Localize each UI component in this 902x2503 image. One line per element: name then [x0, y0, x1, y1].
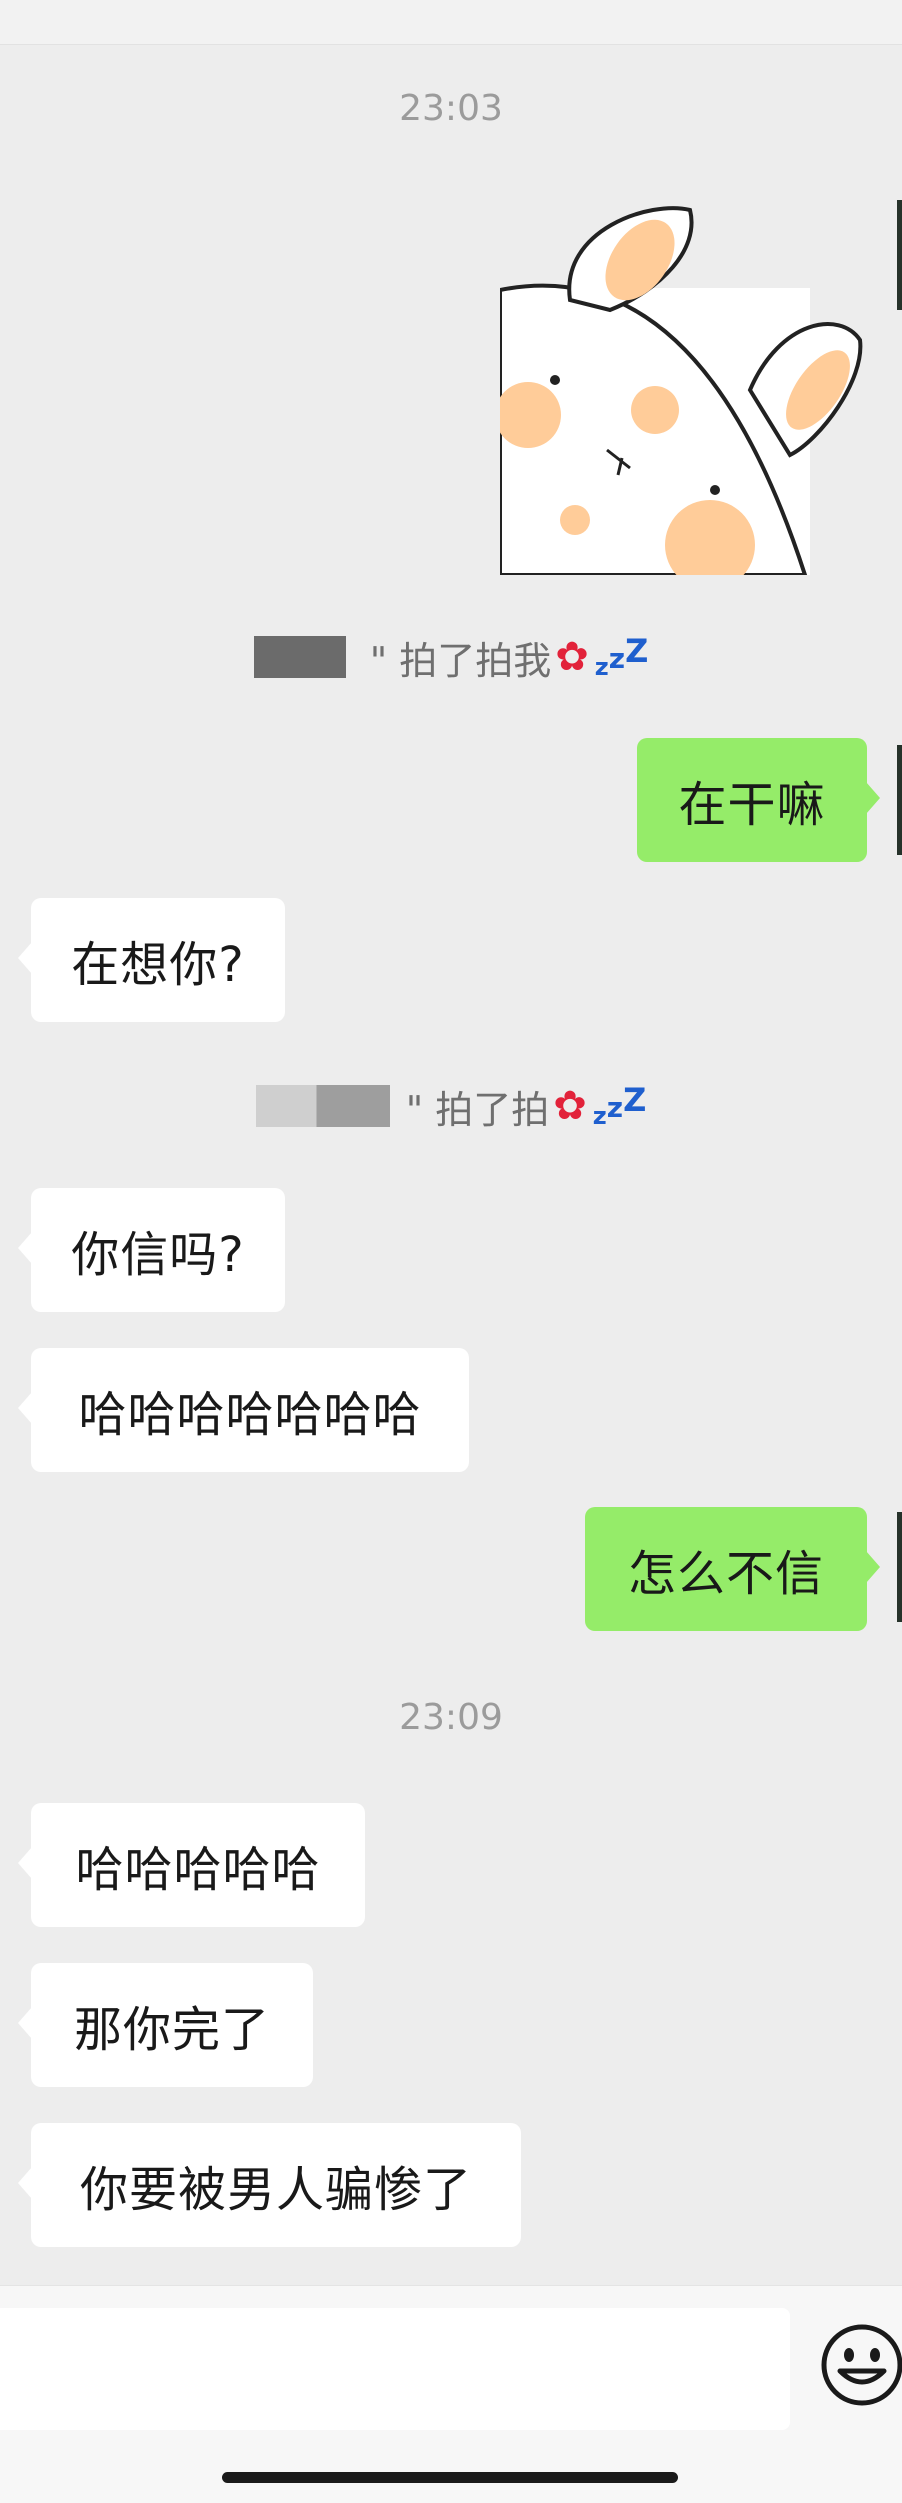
top-bar — [0, 0, 902, 45]
zzz-icon: zzZ — [594, 632, 649, 681]
sticker-message[interactable] — [500, 190, 880, 575]
flower-icon: ✿ — [555, 634, 589, 680]
timestamp-2: 23:09 — [399, 1697, 503, 1738]
zzz-icon: zzZ — [592, 1081, 647, 1130]
blurred-name — [253, 636, 346, 678]
message-bubble-in[interactable]: 在想你? — [18, 898, 285, 1022]
message-bubble-in[interactable]: 你要被男人骗惨了 — [18, 2123, 521, 2247]
avatar-edge — [897, 1512, 902, 1622]
pat-notice-1: " 拍了拍我 ✿ zzZ — [0, 625, 902, 689]
pat-text: " 拍了拍 — [405, 1087, 550, 1132]
message-bubble-in[interactable]: 你信吗? — [18, 1188, 285, 1312]
message-bubble-in[interactable]: 那你完了 — [18, 1963, 313, 2087]
sleepy-bunny-sticker-icon — [500, 206, 863, 575]
blurred-name — [255, 1085, 390, 1127]
pat-text: " 拍了拍我 — [369, 638, 552, 683]
message-bubble-out[interactable]: 怎么不信 — [585, 1507, 880, 1631]
pat-notice-2: " 拍了拍 ✿ zzZ — [0, 1074, 902, 1138]
home-indicator[interactable] — [222, 2472, 678, 2483]
avatar-edge — [897, 200, 902, 310]
flower-icon: ✿ — [553, 1083, 587, 1129]
message-bubble-out[interactable]: 在干嘛 — [637, 738, 880, 862]
message-input[interactable] — [0, 2308, 790, 2430]
smiley-face-icon[interactable] — [818, 2321, 902, 2409]
message-bubble-in[interactable]: 哈哈哈哈哈 — [18, 1803, 365, 1927]
avatar-edge — [897, 745, 902, 855]
message-bubble-in[interactable]: 哈哈哈哈哈哈哈 — [18, 1348, 469, 1472]
timestamp-1: 23:03 — [399, 88, 503, 129]
